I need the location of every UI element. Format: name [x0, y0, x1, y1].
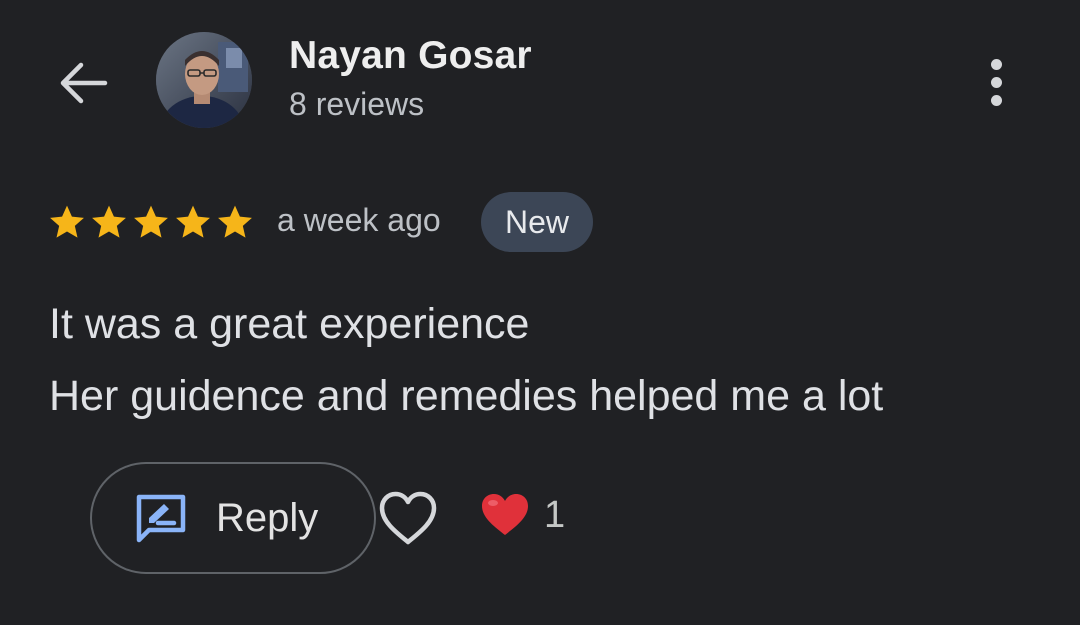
review-time: a week ago	[277, 202, 441, 238]
reaction-count: 1	[544, 493, 566, 536]
reply-label: Reply	[216, 495, 319, 540]
user-avatar-photo	[156, 32, 252, 128]
back-button[interactable]	[52, 52, 114, 114]
red-heart-icon	[482, 494, 528, 535]
arrow-back-icon	[60, 62, 108, 104]
star-icon	[134, 205, 168, 238]
star-rating	[46, 202, 256, 242]
avatar[interactable]	[156, 32, 252, 128]
review-text: It was a great experience Her guidence a…	[49, 288, 1049, 432]
more-vert-icon	[990, 58, 1002, 70]
more-options-button[interactable]	[968, 50, 1024, 114]
review-text-line: Her guidence and remedies helped me a lo…	[49, 372, 884, 420]
more-vert-icon-dot	[990, 76, 1002, 88]
star-icon	[92, 205, 126, 238]
review-text-line: It was a great experience	[49, 300, 530, 348]
more-vert-icon-dot	[990, 94, 1002, 106]
reviewer-name[interactable]: Nayan Gosar	[289, 34, 532, 78]
reaction-summary[interactable]: 1	[480, 492, 565, 538]
reviews-count: 8 reviews	[289, 86, 425, 122]
star-icon	[176, 205, 210, 238]
new-badge: New	[481, 192, 594, 252]
reply-button[interactable]: Reply	[90, 462, 376, 574]
like-button[interactable]	[377, 490, 439, 548]
star-icon	[50, 205, 84, 238]
reply-edit-icon	[136, 494, 186, 543]
heart-outline-icon	[379, 491, 437, 545]
star-icon	[218, 205, 252, 238]
